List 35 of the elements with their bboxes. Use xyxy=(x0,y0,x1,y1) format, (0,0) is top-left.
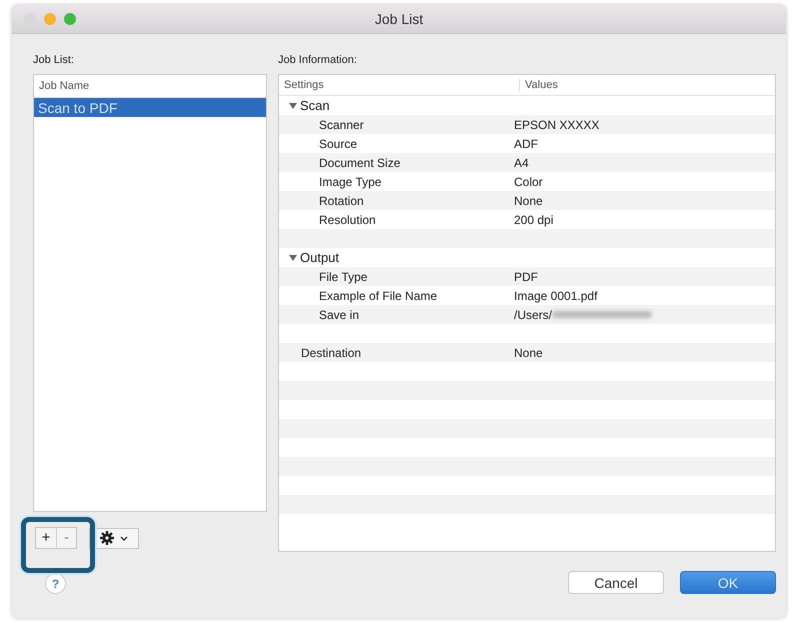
help-button[interactable]: ? xyxy=(45,573,66,594)
job-list-label: Job List: xyxy=(33,54,75,66)
chevron-down-icon xyxy=(120,536,128,540)
setting-name: Example of File Name xyxy=(319,288,438,302)
column-header[interactable]: Values xyxy=(519,79,775,91)
setting-value: PDF xyxy=(514,270,538,284)
setting-value: A4 xyxy=(514,156,529,170)
setting-name: Source xyxy=(319,136,358,150)
window-title: Job List xyxy=(374,11,424,27)
setting-value: None xyxy=(514,194,543,208)
group-label: Scan xyxy=(300,98,330,113)
setting-value: None xyxy=(514,346,543,360)
setting-name: Rotation xyxy=(319,194,364,208)
job-list-item[interactable]: Scan to PDF xyxy=(34,98,266,117)
setting-name: Image Type xyxy=(319,174,382,188)
cancel-button[interactable]: Cancel xyxy=(568,571,664,594)
setting-name: Save in xyxy=(319,308,360,322)
setting-value: EPSON XXXXX xyxy=(514,118,600,132)
setting-name: Document Size xyxy=(319,156,400,170)
group-label: Output xyxy=(300,250,340,265)
setting-name: Scanner xyxy=(319,118,364,132)
setting-value: Image 0001.pdf xyxy=(514,288,598,302)
setting-value: 200 dpi xyxy=(514,212,554,226)
gear-icon xyxy=(100,531,114,545)
add-button[interactable]: + xyxy=(36,528,56,548)
setting-value: ADF xyxy=(514,136,538,150)
setting-name: File Type xyxy=(319,270,368,284)
setting-value: Color xyxy=(514,174,543,188)
job-information-label: Job Information: xyxy=(278,54,358,66)
column-header[interactable]: Settings xyxy=(279,79,519,91)
setting-value: /Users/ xyxy=(514,308,552,322)
setting-name: Destination xyxy=(301,346,362,360)
disclosure-triangle-icon[interactable] xyxy=(289,102,297,110)
setting-name: Resolution xyxy=(319,212,376,226)
disclosure-triangle-icon[interactable] xyxy=(289,254,297,262)
